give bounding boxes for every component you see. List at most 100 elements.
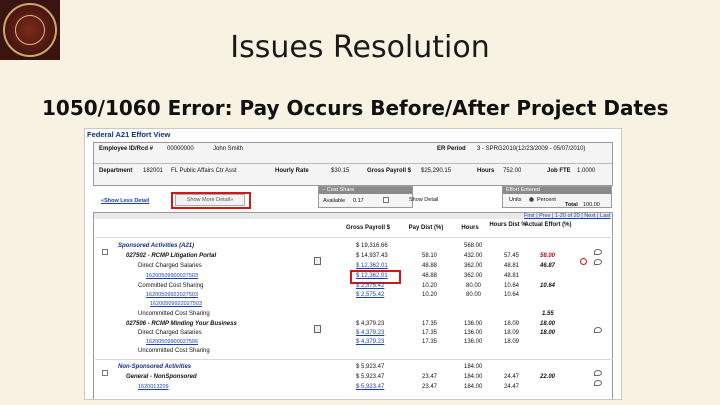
available-value: 0.17: [353, 198, 364, 204]
percent-label: Percent: [537, 197, 556, 203]
row-pay-dist: 23.47: [422, 384, 438, 390]
row-gross: $ 4,379.23: [356, 321, 385, 327]
row-gross-link[interactable]: $ 2,575.42: [356, 292, 384, 298]
panel-title: Federal A21 Effort View: [87, 130, 171, 139]
row-effort: 10.64: [540, 283, 556, 289]
row-hours: 184.00: [464, 374, 483, 380]
gross-payroll-value: $25,290.15: [421, 168, 452, 174]
er-period-label: ER Period: [437, 146, 466, 152]
nonsponsored-expand-checkbox[interactable]: [102, 364, 108, 382]
hours-label: Hours: [477, 168, 495, 174]
row-hours: 80.00: [466, 283, 482, 289]
employee-name: John Smith: [213, 146, 244, 152]
employee-id: 00000000: [167, 146, 194, 152]
grid-pager[interactable]: First | Prev | 1-20 of 20 | Next | Last: [524, 213, 610, 219]
row-hours-dist: 18.09: [504, 339, 520, 345]
show-detail-label: Show Detail: [409, 197, 439, 203]
row-gross-link[interactable]: $ 4,379.23: [356, 330, 384, 336]
gross-payroll-label: Gross Payroll $: [367, 168, 412, 174]
units-label: Units: [509, 197, 522, 203]
row-pay-dist: 23.47: [422, 374, 438, 380]
row-label-direct: Direct Charged Salaries: [138, 330, 202, 336]
document-icon[interactable]: [314, 320, 321, 338]
units-radio[interactable]: [529, 197, 534, 203]
row-hours-dist: 24.47: [504, 374, 520, 380]
row-pay-dist: 10.20: [422, 292, 438, 298]
comment-icon[interactable]: [594, 320, 602, 338]
row-hours-dist: 48.81: [504, 273, 520, 279]
row-gross-link[interactable]: $ 2,575.42: [356, 283, 384, 289]
row-pay-dist: 17.35: [422, 339, 438, 345]
effort-grid: First | Prev | 1-20 of 20 | Next | Last …: [93, 212, 613, 399]
col-hours: Hours: [461, 225, 479, 231]
sponsored-expand-checkbox[interactable]: [102, 243, 108, 261]
row-label-account[interactable]: 1620013209: [138, 384, 169, 390]
row-hours-dist: 18.09: [504, 330, 520, 336]
slide-title: Issues Resolution: [230, 30, 490, 65]
row-hours: 184.00: [464, 384, 483, 390]
row-effort: 46.87: [540, 263, 556, 269]
row-gross-link[interactable]: $ 4,379.23: [356, 339, 384, 345]
row-gross-link[interactable]: $ 12,362.01: [356, 263, 388, 269]
row-label-account[interactable]: 16200509900027503: [146, 273, 198, 279]
row-label-project[interactable]: 027506 - RCMP Minding Your Business: [126, 321, 237, 327]
row-label-general[interactable]: General - NonSponsored: [126, 374, 197, 380]
row-hours: 432.00: [464, 253, 483, 259]
col-pay-dist: Pay Dist (%): [408, 225, 444, 231]
hourly-rate-value: $30.15: [331, 168, 350, 174]
row-hours-dist: 24.47: [504, 384, 520, 390]
document-icon[interactable]: [314, 252, 321, 270]
row-hours-dist: 57.45: [504, 253, 520, 259]
row-label-account[interactable]: 16200509900027506: [146, 339, 198, 345]
cost-share-title: − Cost Share: [319, 187, 412, 194]
error-icon: [580, 252, 587, 270]
checkbox-icon: [383, 197, 389, 203]
row-label-account[interactable]: 16200509922027503: [146, 292, 198, 298]
row-hours: 136.00: [464, 321, 483, 327]
comment-icon[interactable]: [594, 373, 602, 391]
checkbox-icon: [102, 369, 108, 376]
show-more-detail-highlight: [171, 192, 251, 209]
row-gross: $ 5,923.47: [356, 364, 385, 370]
hours-value: 752.00: [503, 168, 522, 174]
row-hours: 568.00: [464, 243, 483, 249]
col-actual-effort: Actual Effort (%): [524, 222, 572, 228]
department-name: FL Public Affairs Ctr Asst: [171, 168, 237, 174]
row-label-uncommitted: Uncommitted Cost Sharing: [138, 311, 210, 317]
row-hours-dist: 10.64: [504, 283, 520, 289]
row-effort: 58.00: [540, 253, 556, 259]
available-label: Available: [323, 198, 346, 204]
header-rule: [95, 237, 613, 238]
row-label-committed: Committed Cost Sharing: [138, 283, 204, 289]
slide-subtitle: 1050/1060 Error: Pay Occurs Before/After…: [42, 96, 669, 120]
section-rule: [95, 359, 613, 360]
total-label: Total: [565, 202, 578, 208]
row-pay-dist: 17.35: [422, 321, 438, 327]
department-id: 182001: [143, 168, 164, 174]
row-hours-dist: 48.81: [504, 263, 520, 269]
row-gross: $ 19,316.66: [356, 243, 388, 249]
row-label-account[interactable]: 16200509922027503: [150, 301, 202, 307]
radio-icon: [529, 197, 534, 203]
row-gross-link[interactable]: $ 5,923.47: [356, 384, 384, 390]
row-pay-dist: 48.88: [422, 263, 438, 269]
job-fte-value: 1.0000: [577, 168, 596, 174]
row-effort: 22.00: [540, 374, 556, 380]
comment-icon[interactable]: [594, 252, 602, 270]
show-less-detail-link[interactable]: «Show Less Detail: [101, 198, 149, 204]
row-label-sponsored[interactable]: Sponsored Activities (A21): [118, 243, 194, 249]
hourly-rate-label: Hourly Rate: [275, 168, 309, 174]
row-effort: 18.00: [540, 330, 556, 336]
show-detail-toggle[interactable]: [383, 197, 389, 203]
row-gross: $ 14,937.43: [356, 253, 388, 259]
row-hours: 362.00: [464, 273, 483, 279]
row-label-nonsponsored[interactable]: Non-Sponsored Activities: [118, 364, 191, 370]
row-effort: 1.55: [542, 311, 554, 317]
checkbox-icon: [102, 248, 108, 255]
employee-label: Employee ID/Rcd #: [99, 146, 154, 152]
row-label-project[interactable]: 027502 - RCMP Litigation Portal: [126, 253, 216, 259]
department-label: Department: [99, 168, 133, 174]
row-pay-dist: 10.20: [422, 283, 438, 289]
row-pay-dist: 17.35: [422, 330, 438, 336]
row-hours-dist: 10.64: [504, 292, 520, 298]
